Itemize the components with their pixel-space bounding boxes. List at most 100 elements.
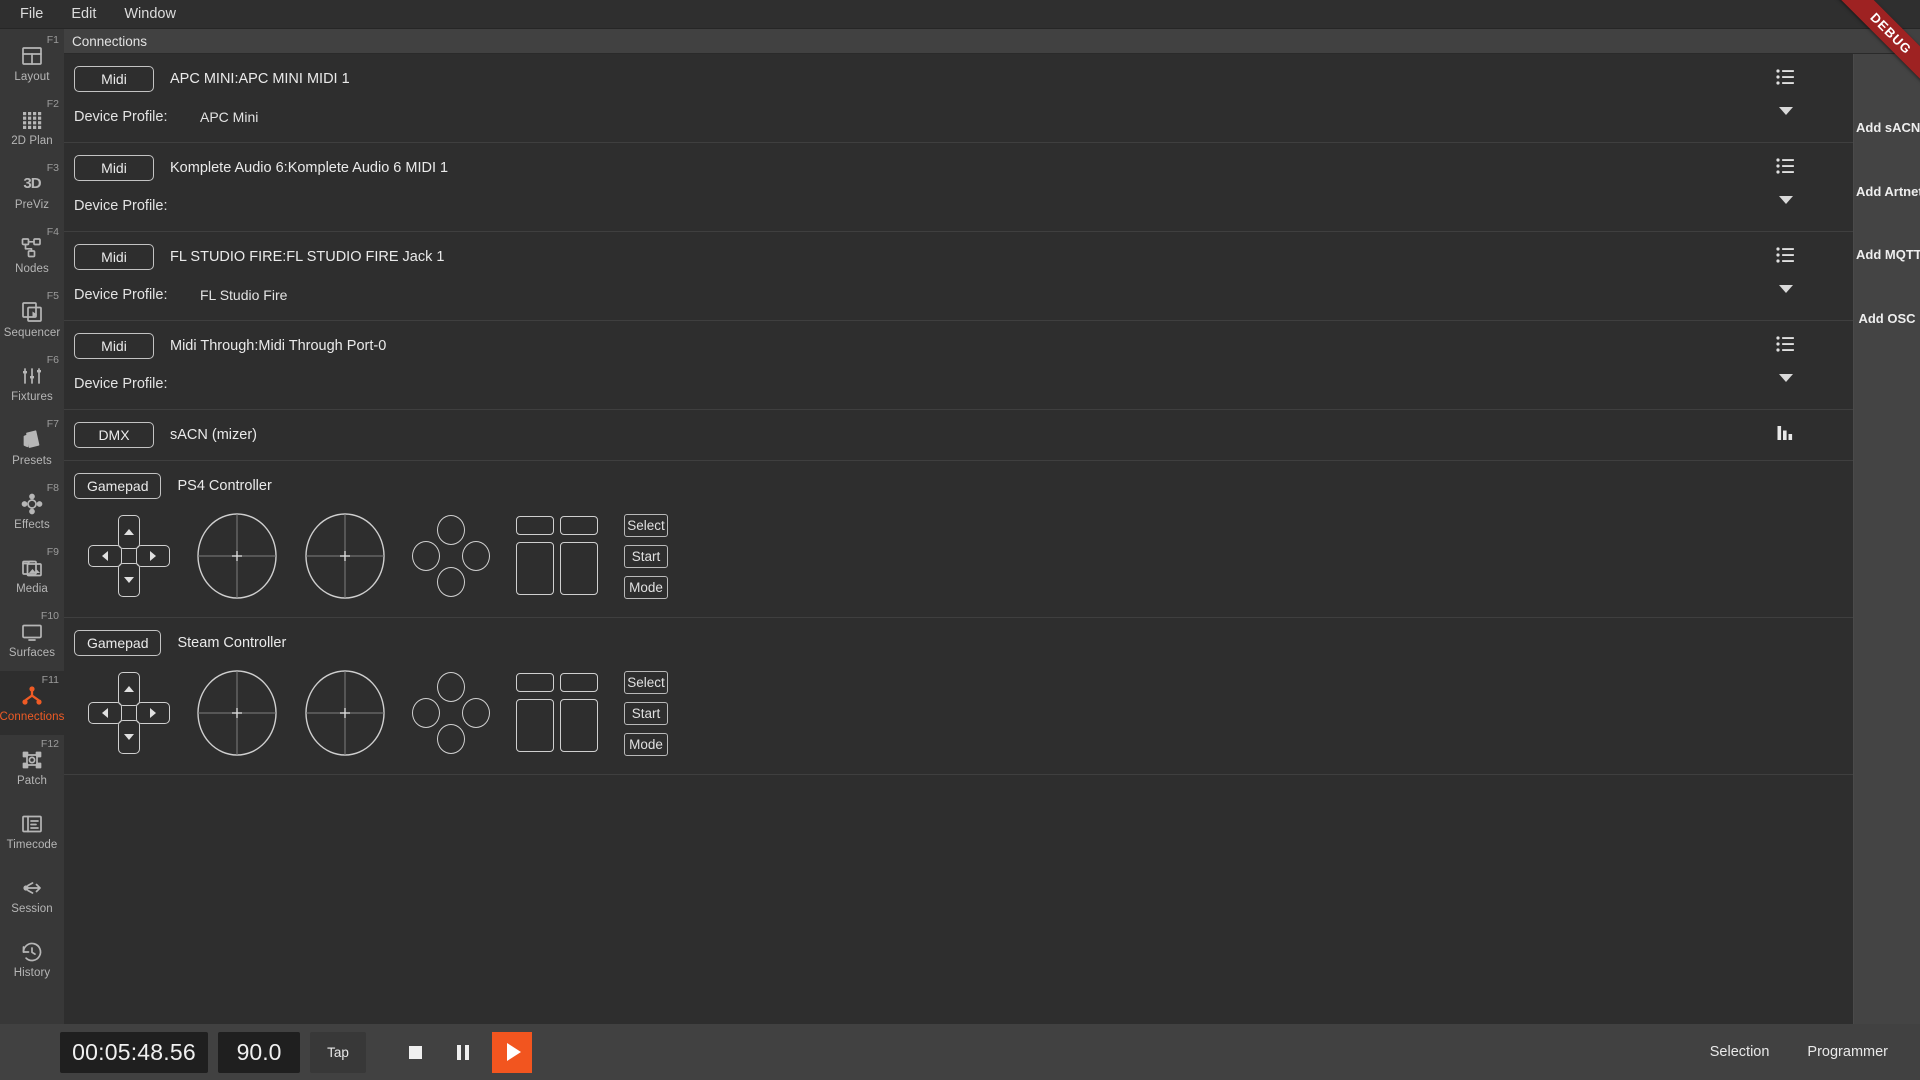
right-stick[interactable] (304, 670, 386, 756)
start-button[interactable]: Start (624, 544, 668, 568)
face-button-bottom[interactable] (437, 724, 465, 754)
list-icon[interactable] (1774, 244, 1798, 266)
sidebar-item-timecode[interactable]: Timecode (0, 799, 64, 863)
sidebar-item-sequencer[interactable]: F5 Sequencer (0, 287, 64, 351)
connection-row: Gamepad PS4 Controller Select Start Mode (64, 461, 1853, 618)
shoulder-r2-button[interactable] (560, 699, 598, 752)
pause-button[interactable] (444, 1032, 482, 1073)
app-window: File Edit Window F1 Layout F2 2D Plan F3 3D Pr… (0, 0, 1920, 1080)
device-profile-dropdown[interactable] (1774, 190, 1798, 210)
session-icon (20, 876, 44, 900)
add-sacn-button[interactable]: Add sACN (1854, 116, 1920, 140)
stop-button[interactable] (396, 1032, 434, 1073)
sidebar-item-patch[interactable]: F12 Patch (0, 735, 64, 799)
menu-item-file[interactable]: File (6, 3, 57, 26)
face-button-right[interactable] (462, 541, 490, 571)
face-button-left[interactable] (412, 698, 440, 728)
dpad-up-button[interactable] (118, 515, 140, 549)
connection-type-button[interactable]: Midi (74, 66, 154, 92)
device-profile-dropdown[interactable] (1774, 101, 1798, 121)
dpad-left-button[interactable] (88, 545, 122, 567)
device-profile-row: Device Profile: (64, 367, 1853, 401)
select-button[interactable]: Select (624, 513, 668, 537)
connection-type-button[interactable]: DMX (74, 422, 154, 448)
sidebar-item-effects[interactable]: F8 Effects (0, 479, 64, 543)
sidebar-item-previz[interactable]: F3 3D PreViz (0, 159, 64, 223)
connection-type-button[interactable]: Gamepad (74, 473, 162, 499)
mode-button[interactable]: Mode (624, 575, 668, 599)
connection-type-button[interactable]: Midi (74, 244, 154, 270)
connection-type-button[interactable]: Gamepad (74, 630, 162, 656)
menu-item-edit[interactable]: Edit (57, 3, 110, 26)
face-button-top[interactable] (437, 672, 465, 702)
face-button-bottom[interactable] (437, 567, 465, 597)
sidebar-item-connections[interactable]: F11 Connections (0, 671, 64, 735)
face-button-right[interactable] (462, 698, 490, 728)
dpad[interactable] (88, 515, 170, 597)
device-profile-dropdown[interactable] (1774, 368, 1798, 388)
timecode-display[interactable]: 00:05:48.56 (60, 1031, 208, 1073)
dpad-down-button[interactable] (118, 563, 140, 597)
stop-icon (408, 1045, 422, 1059)
right-stick[interactable] (304, 513, 386, 599)
connection-name: FL STUDIO FIRE:FL STUDIO FIRE Jack 1 (170, 249, 445, 265)
dpad-up-button[interactable] (118, 672, 140, 706)
left-stick[interactable] (196, 513, 278, 599)
dpad-right-button[interactable] (136, 702, 170, 724)
device-profile-dropdown[interactable] (1774, 279, 1798, 299)
shoulder-l2-button[interactable] (516, 699, 554, 752)
connection-type-button[interactable]: Midi (74, 155, 154, 181)
connection-type-button[interactable]: Midi (74, 333, 154, 359)
tap-tempo-button[interactable]: Tap (310, 1031, 366, 1073)
face-button-top[interactable] (437, 515, 465, 545)
effects-icon (20, 492, 44, 516)
sidebar-item-session[interactable]: Session (0, 863, 64, 927)
sidebar-item-surfaces[interactable]: F10 Surfaces (0, 607, 64, 671)
connection-name: PS4 Controller (177, 478, 272, 494)
body-row: F1 Layout F2 2D Plan F3 3D PreViz F4 Nodes F5 Sequ… (0, 29, 1920, 1024)
dpad-down-button[interactable] (118, 720, 140, 754)
add-artnet-button[interactable]: Add Artnet (1854, 180, 1920, 204)
sidebar-item-history[interactable]: History (0, 927, 64, 991)
sidebar-item-nodes[interactable]: F4 Nodes (0, 223, 64, 287)
shoulder-l1-button[interactable] (516, 516, 554, 535)
sidebar-item-layout[interactable]: F1 Layout (0, 31, 64, 95)
shoulder-r1-button[interactable] (560, 673, 598, 692)
selection-button[interactable]: Selection (1696, 1044, 1784, 1060)
nodes-icon (20, 236, 44, 260)
shoulder-r1-button[interactable] (560, 516, 598, 535)
dpad[interactable] (88, 672, 170, 754)
list-icon[interactable] (1774, 66, 1798, 88)
play-button[interactable] (492, 1031, 532, 1073)
bar-chart-icon[interactable] (1774, 422, 1798, 444)
list-icon[interactable] (1774, 333, 1798, 355)
sidebar-item-media[interactable]: F9 Media (0, 543, 64, 607)
device-profile-label: Device Profile: (74, 109, 168, 125)
mode-button[interactable]: Mode (624, 732, 668, 756)
menu-item-window[interactable]: Window (110, 3, 190, 26)
start-button[interactable]: Start (624, 701, 668, 725)
select-button[interactable]: Select (624, 670, 668, 694)
sidebar-fkey-label: F9 (46, 546, 59, 558)
sidebar-item-label: Session (11, 902, 53, 915)
dpad-right-button[interactable] (136, 545, 170, 567)
add-osc-button[interactable]: Add OSC (1854, 307, 1920, 331)
dpad-left-button[interactable] (88, 702, 122, 724)
bpm-display[interactable]: 90.0 (218, 1031, 300, 1073)
sidebar-item-presets[interactable]: F7 Presets (0, 415, 64, 479)
shoulder-l2-button[interactable] (516, 542, 554, 595)
left-stick[interactable] (196, 670, 278, 756)
layout-icon (20, 44, 44, 68)
add-connection-panel: Add sACN Add Artnet Add MQTT Add OSC (1854, 54, 1920, 1024)
sidebar-item-fixtures[interactable]: F6 Fixtures (0, 351, 64, 415)
connection-row: DMX sACN (mizer) (64, 410, 1853, 461)
shoulder-r2-button[interactable] (560, 542, 598, 595)
face-button-left[interactable] (412, 541, 440, 571)
list-icon[interactable] (1774, 155, 1798, 177)
shoulder-l1-button[interactable] (516, 673, 554, 692)
programmer-button[interactable]: Programmer (1793, 1044, 1902, 1060)
add-mqtt-button[interactable]: Add MQTT (1854, 243, 1920, 267)
sidebar-item-2d-plan[interactable]: F2 2D Plan (0, 95, 64, 159)
device-profile-value: FL Studio Fire (200, 287, 288, 303)
play-icon (506, 1043, 521, 1061)
